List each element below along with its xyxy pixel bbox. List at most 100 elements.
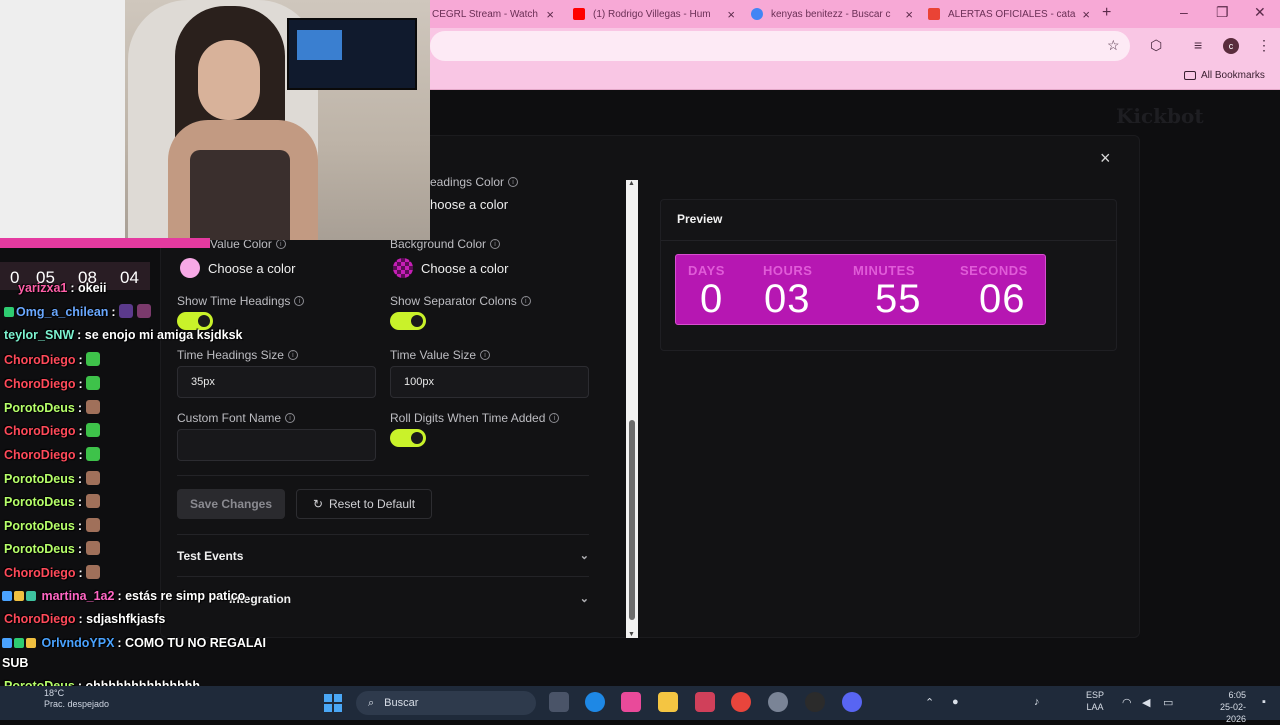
store-icon[interactable] [695,692,715,712]
emote-icon [86,423,101,437]
app-icon[interactable] [621,692,641,712]
close-icon[interactable]: × [546,7,554,22]
discord-icon[interactable] [842,692,862,712]
close-icon[interactable]: × [727,7,735,22]
chat-message: PorotoDeus: [4,471,100,486]
integration-section[interactable]: Integration ⌄ [229,592,589,612]
modal-close-button[interactable]: × [1100,148,1111,169]
maximize-icon[interactable]: ❐ [1216,4,1229,21]
chat-user: Omg_a_chilean [16,305,109,319]
scrollbar[interactable]: ▲ ▼ [626,180,638,638]
all-bookmarks-button[interactable]: All Bookmarks [1184,70,1265,81]
info-icon[interactable]: i [285,413,296,423]
task-view-icon[interactable] [549,692,569,712]
chat-message: Omg_a_chilean: [4,304,151,319]
battery-icon[interactable]: ▭ [1163,696,1173,709]
scroll-up-icon[interactable]: ▲ [628,180,635,187]
emote-icon [86,447,101,461]
tab-4[interactable]: ALERTAS OFICIALES - cata × [928,2,1090,26]
chat-text: : [77,472,83,486]
tab-1[interactable]: CEGRL Stream - Watch × [432,2,554,26]
chat-user: PorotoDeus [4,542,75,556]
info-icon[interactable]: i [275,239,286,249]
custom-font-name-text: Custom Font Name [177,411,282,425]
new-tab-button[interactable]: + [1102,4,1111,22]
info-icon[interactable]: i [549,413,560,423]
volume-icon[interactable]: ◀ [1142,696,1150,709]
info-icon[interactable]: i [508,177,519,187]
notification-icon[interactable]: ▪ [1262,696,1266,708]
wifi-icon[interactable]: ◠ [1122,696,1132,709]
roll-digits-label: Roll Digits When Time Added i [390,411,560,425]
search-icon: ⌕ [368,696,375,709]
chat-message: ChoroDiego: [4,376,101,391]
chevron-up-icon[interactable]: ⌃ [925,696,934,709]
headings-color-picker[interactable]: hoose a color [430,197,508,212]
show-time-headings-label: Show Time Headings i [177,294,305,308]
info-icon[interactable]: i [287,350,298,360]
weather-desc: Prac. despejado [44,699,110,709]
settings-icon[interactable] [768,692,788,712]
close-icon[interactable]: × [905,7,913,22]
chat-user: ChoroDiego [4,353,76,367]
streamer-top [190,150,290,240]
time-headings-size-input[interactable]: 35px [177,366,376,398]
value-color-picker[interactable]: Choose a color [180,258,295,278]
days-value: 0 [700,277,724,321]
weather-widget[interactable]: 18°C Prac. despejado [44,688,109,710]
close-icon[interactable]: × [1082,7,1090,22]
weather-temp: 18°C [44,688,65,698]
tab-2[interactable]: (1) Rodrigo Villegas - Hum × [573,2,735,26]
extensions-icon[interactable]: ⬡ [1150,37,1162,54]
streamer-face [198,40,260,120]
obs-icon[interactable] [805,692,825,712]
chat-text: : estás re simp patico [117,589,246,603]
show-separator-colons-toggle[interactable] [390,312,426,330]
address-bar[interactable] [430,31,1130,61]
chat-message: ChoroDiego: [4,447,101,462]
scrollbar-thumb[interactable] [629,420,635,620]
hours-value: 03 [764,277,811,321]
windows-start-icon[interactable] [324,694,342,712]
background-color-picker[interactable]: Choose a color [393,258,508,278]
chat-message: ChoroDiego: [4,352,101,367]
chrome-icon[interactable] [731,692,751,712]
custom-font-name-input[interactable] [177,429,376,461]
follower-bar [0,238,210,248]
badge-icon [26,591,36,601]
info-icon[interactable]: i [480,350,491,360]
profile-avatar[interactable]: c [1223,38,1239,54]
test-events-section[interactable]: Test Events ⌄ [177,549,589,569]
language-indicator[interactable]: ESP LAA [1086,689,1104,713]
star-icon[interactable]: ☆ [1107,37,1120,54]
chat-text: : sdjashfkjasfs [78,612,166,626]
chat-user: ChoroDiego [4,424,76,438]
scroll-down-icon[interactable]: ▼ [628,631,635,638]
chat-user: martina_1a2 [41,589,115,603]
minimize-icon[interactable]: – [1180,4,1188,20]
tab-4-label: ALERTAS OFICIALES - cata [948,8,1076,20]
edge-icon[interactable] [585,692,605,712]
webcam-overlay [0,0,430,240]
roll-digits-toggle[interactable] [390,429,426,447]
info-icon[interactable]: i [294,296,305,306]
reset-to-default-button[interactable]: ↻ Reset to Default [296,489,432,519]
info-icon[interactable]: i [490,239,501,249]
window-close-icon[interactable]: ✕ [1254,4,1266,21]
chat-user: PorotoDeus [4,401,75,415]
tab-3[interactable]: kenyas benitezz - Buscar c × [751,2,913,26]
time-value-size-input[interactable]: 100px [390,366,589,398]
file-explorer-icon[interactable] [658,692,678,712]
reset-icon: ↻ [312,497,323,511]
chat-text: SUB [2,656,29,670]
tray-app-icon[interactable]: ● [952,696,959,708]
info-icon[interactable]: i [520,296,531,306]
media-control-icon[interactable]: ≡ [1194,37,1202,53]
microphone-icon[interactable]: ♪ [1034,696,1040,708]
menu-icon[interactable]: ⋮ [1257,37,1271,54]
clock-date: 25-02-2026 [1219,702,1246,724]
save-changes-button[interactable]: Save Changes [177,489,285,519]
taskbar-search[interactable]: ⌕ Buscar [356,691,536,715]
chat-user: ChoroDiego [4,448,76,462]
color-swatch [180,258,200,278]
